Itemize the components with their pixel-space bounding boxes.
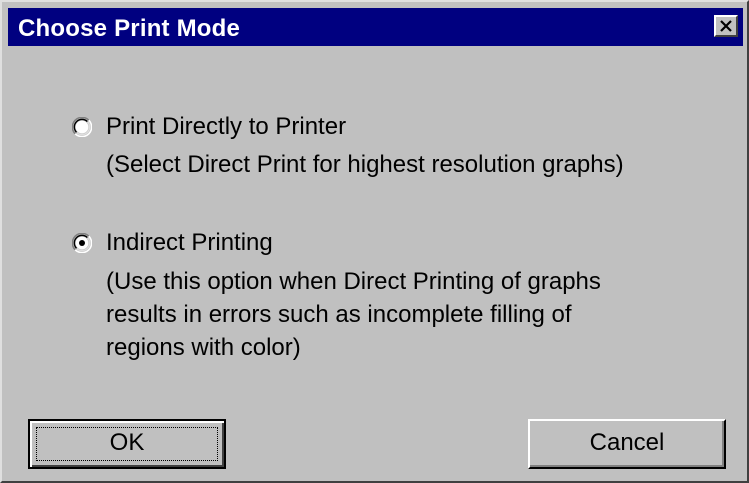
print-mode-dialog: Choose Print Mode Print Directly to Prin… bbox=[0, 0, 749, 483]
ok-button-label: OK bbox=[109, 429, 145, 456]
option-label-indirect-print: Indirect Printing bbox=[106, 229, 273, 256]
radio-button-direct-print[interactable] bbox=[72, 117, 92, 137]
ok-button[interactable]: OK bbox=[28, 419, 226, 469]
title-bar[interactable]: Choose Print Mode bbox=[8, 8, 743, 46]
radio-button-indirect-print[interactable] bbox=[72, 233, 92, 253]
radio-dot-indirect-print bbox=[79, 240, 85, 246]
close-icon bbox=[720, 20, 732, 32]
option-label-direct-print: Print Directly to Printer bbox=[106, 113, 347, 140]
cancel-button-label: Cancel bbox=[589, 429, 665, 456]
option-description-direct-print: (Select Direct Print for highest resolut… bbox=[106, 151, 624, 178]
dialog-title: Choose Print Mode bbox=[18, 15, 241, 42]
close-button[interactable] bbox=[714, 15, 738, 37]
option-description-indirect-print: (Use this option when Direct Printing of… bbox=[106, 268, 601, 361]
cancel-button[interactable]: Cancel bbox=[528, 419, 726, 469]
